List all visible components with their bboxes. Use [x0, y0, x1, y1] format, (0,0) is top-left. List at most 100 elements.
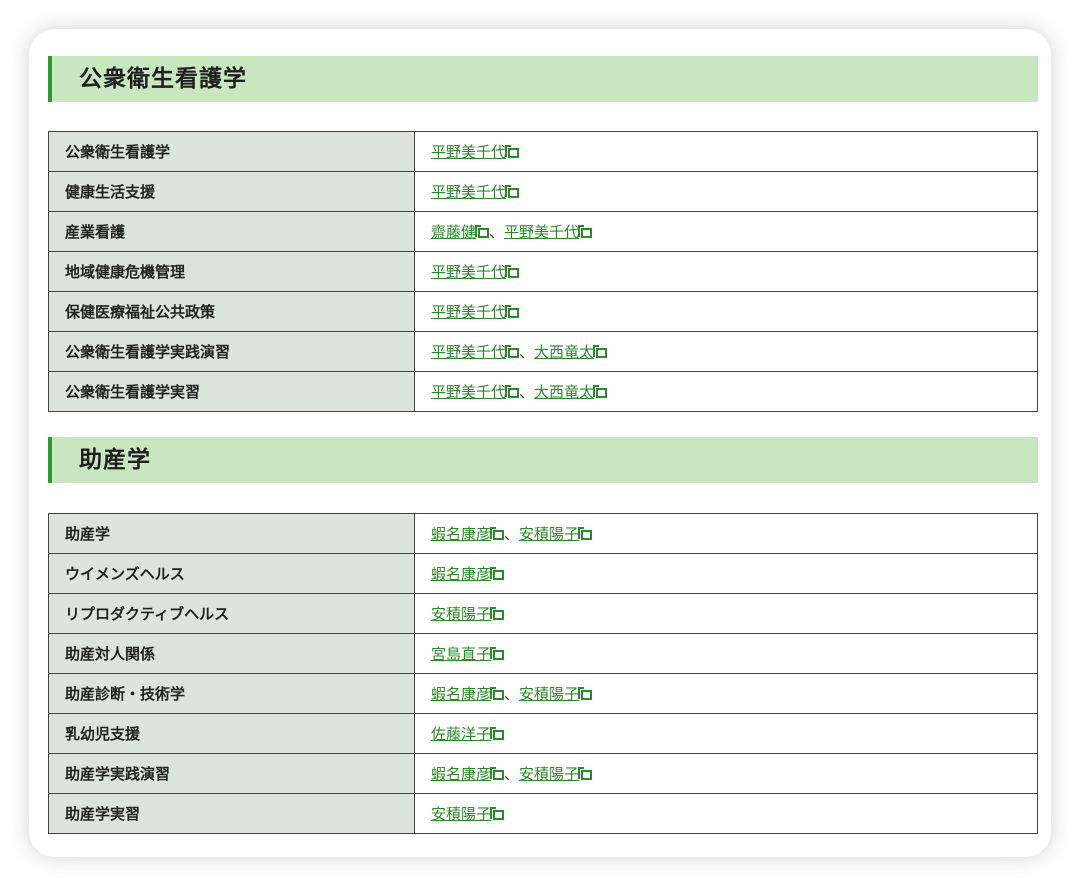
table-row: 公衆衛生看護学 平野美千代: [48, 131, 1038, 172]
staff-cell: 齋藤健 、平野美千代: [414, 211, 1038, 252]
staff-link[interactable]: 蝦名康彦: [431, 765, 505, 783]
staff-link[interactable]: 平野美千代: [431, 303, 520, 321]
staff-cell: 佐藤洋子: [414, 713, 1038, 754]
external-link-icon: [490, 807, 505, 820]
table-row: 助産診断・技術学 蝦名康彦 、安積陽子: [48, 673, 1038, 714]
staff-cell: 安積陽子: [414, 593, 1038, 634]
staff-link[interactable]: 平野美千代: [431, 263, 520, 281]
external-link-icon: [505, 185, 520, 198]
section-public-health-nursing: 公衆衛生看護学 公衆衛生看護学 平野美千代 健康生活支援 平野美千代 産業看護 齋藤健 、平…: [48, 56, 1038, 412]
staff-link[interactable]: 宮島直子: [431, 645, 505, 663]
staff-link[interactable]: 安積陽子: [431, 805, 505, 823]
staff-cell: 平野美千代 、大西竜太: [414, 371, 1038, 412]
staff-name: 平野美千代: [431, 383, 507, 401]
table-row: 地域健康危機管理 平野美千代: [48, 251, 1038, 292]
subject-cell: 公衆衛生看護学: [48, 131, 415, 172]
staff-name: 佐藤洋子: [431, 725, 492, 743]
staff-link[interactable]: 平野美千代: [431, 383, 520, 401]
staff-link[interactable]: 安積陽子: [519, 685, 593, 703]
external-link-icon: [578, 225, 593, 238]
table-row: 助産対人関係 宮島直子: [48, 633, 1038, 674]
staff-name: 平野美千代: [504, 223, 580, 241]
external-link-icon: [593, 345, 608, 358]
subject-cell: 公衆衛生看護学実習: [48, 371, 415, 412]
staff-link[interactable]: 平野美千代: [431, 183, 520, 201]
table-row: 健康生活支援 平野美千代: [48, 171, 1038, 212]
subject-cell: 助産対人関係: [48, 633, 415, 674]
staff-name: 蝦名康彦: [431, 565, 492, 583]
external-link-icon: [490, 767, 505, 780]
staff-name: 平野美千代: [431, 343, 507, 361]
staff-link[interactable]: 安積陽子: [431, 605, 505, 623]
staff-link[interactable]: 蝦名康彦: [431, 685, 505, 703]
staff-link[interactable]: 安積陽子: [519, 765, 593, 783]
staff-name: 平野美千代: [431, 263, 507, 281]
table-row: ウイメンズヘルス 蝦名康彦: [48, 553, 1038, 594]
staff-name: 大西竜太: [534, 343, 595, 361]
staff-cell: 宮島直子: [414, 633, 1038, 674]
staff-link[interactable]: 平野美千代: [504, 223, 593, 241]
staff-name: 平野美千代: [431, 143, 507, 161]
name-separator: 、: [489, 223, 505, 241]
staff-name: 平野美千代: [431, 183, 507, 201]
staff-name: 蝦名康彦: [431, 525, 492, 543]
subject-cell: 保健医療福祉公共政策: [48, 291, 415, 332]
staff-cell: 蝦名康彦 、安積陽子: [414, 753, 1038, 794]
staff-name: 大西竜太: [534, 383, 595, 401]
subject-cell: リプロダクティブヘルス: [48, 593, 415, 634]
external-link-icon: [505, 145, 520, 158]
staff-link[interactable]: 齋藤健: [431, 223, 490, 241]
subject-cell: 地域健康危機管理: [48, 251, 415, 292]
staff-link[interactable]: 平野美千代: [431, 343, 520, 361]
external-link-icon: [490, 687, 505, 700]
subject-cell: 産業看護: [48, 211, 415, 252]
staff-name: 安積陽子: [431, 805, 492, 823]
table-row: 保健医療福祉公共政策 平野美千代: [48, 291, 1038, 332]
name-separator: 、: [504, 765, 520, 783]
external-link-icon: [505, 385, 520, 398]
staff-cell: 平野美千代 、大西竜太: [414, 331, 1038, 372]
name-separator: 、: [519, 383, 535, 401]
external-link-icon: [578, 687, 593, 700]
table-row: 助産学実習 安積陽子: [48, 793, 1038, 834]
staff-cell: 平野美千代: [414, 291, 1038, 332]
subject-cell: 助産学実践演習: [48, 753, 415, 794]
subject-cell: ウイメンズヘルス: [48, 553, 415, 594]
staff-name: 平野美千代: [431, 303, 507, 321]
staff-name: 安積陽子: [431, 605, 492, 623]
staff-cell: 蝦名康彦 、安積陽子: [414, 673, 1038, 714]
section-midwifery: 助産学 助産学 蝦名康彦 、安積陽子 ウイメンズヘルス 蝦名康彦 リプロダクティブヘルス安…: [48, 437, 1038, 834]
staff-link[interactable]: 平野美千代: [431, 143, 520, 161]
external-link-icon: [505, 265, 520, 278]
staff-cell: 蝦名康彦 、安積陽子: [414, 513, 1038, 554]
subject-cell: 助産学実習: [48, 793, 415, 834]
staff-link[interactable]: 安積陽子: [519, 525, 593, 543]
staff-name: 安積陽子: [519, 525, 580, 543]
subject-cell: 公衆衛生看護学実践演習: [48, 331, 415, 372]
subject-cell: 乳幼児支援: [48, 713, 415, 754]
course-table: 助産学 蝦名康彦 、安積陽子 ウイメンズヘルス 蝦名康彦 リプロダクティブヘルス 安積陽子助…: [48, 513, 1038, 834]
staff-cell: 安積陽子: [414, 793, 1038, 834]
external-link-icon: [505, 345, 520, 358]
staff-link[interactable]: 大西竜太: [534, 343, 608, 361]
table-row: 乳幼児支援 佐藤洋子: [48, 713, 1038, 754]
external-link-icon: [578, 527, 593, 540]
table-row: 公衆衛生看護学実践演習 平野美千代 、大西竜太: [48, 331, 1038, 372]
table-row: 公衆衛生看護学実習 平野美千代 、大西竜太: [48, 371, 1038, 412]
section-heading: 公衆衛生看護学: [48, 56, 1038, 102]
table-row: リプロダクティブヘルス 安積陽子: [48, 593, 1038, 634]
table-row: 助産学実践演習 蝦名康彦 、安積陽子: [48, 753, 1038, 794]
subject-cell: 健康生活支援: [48, 171, 415, 212]
table-row: 助産学 蝦名康彦 、安積陽子: [48, 513, 1038, 554]
staff-cell: 平野美千代: [414, 171, 1038, 212]
staff-name: 蝦名康彦: [431, 685, 492, 703]
staff-link[interactable]: 蝦名康彦: [431, 565, 505, 583]
content-card: 公衆衛生看護学 公衆衛生看護学 平野美千代 健康生活支援 平野美千代 産業看護 齋藤健 、平…: [29, 29, 1051, 857]
staff-cell: 平野美千代: [414, 131, 1038, 172]
staff-link[interactable]: 佐藤洋子: [431, 725, 505, 743]
subject-cell: 助産診断・技術学: [48, 673, 415, 714]
external-link-icon: [475, 225, 490, 238]
staff-link[interactable]: 蝦名康彦: [431, 525, 505, 543]
staff-link[interactable]: 大西竜太: [534, 383, 608, 401]
course-table: 公衆衛生看護学 平野美千代 健康生活支援 平野美千代 産業看護 齋藤健 、平野美千代 地域健康…: [48, 131, 1038, 412]
